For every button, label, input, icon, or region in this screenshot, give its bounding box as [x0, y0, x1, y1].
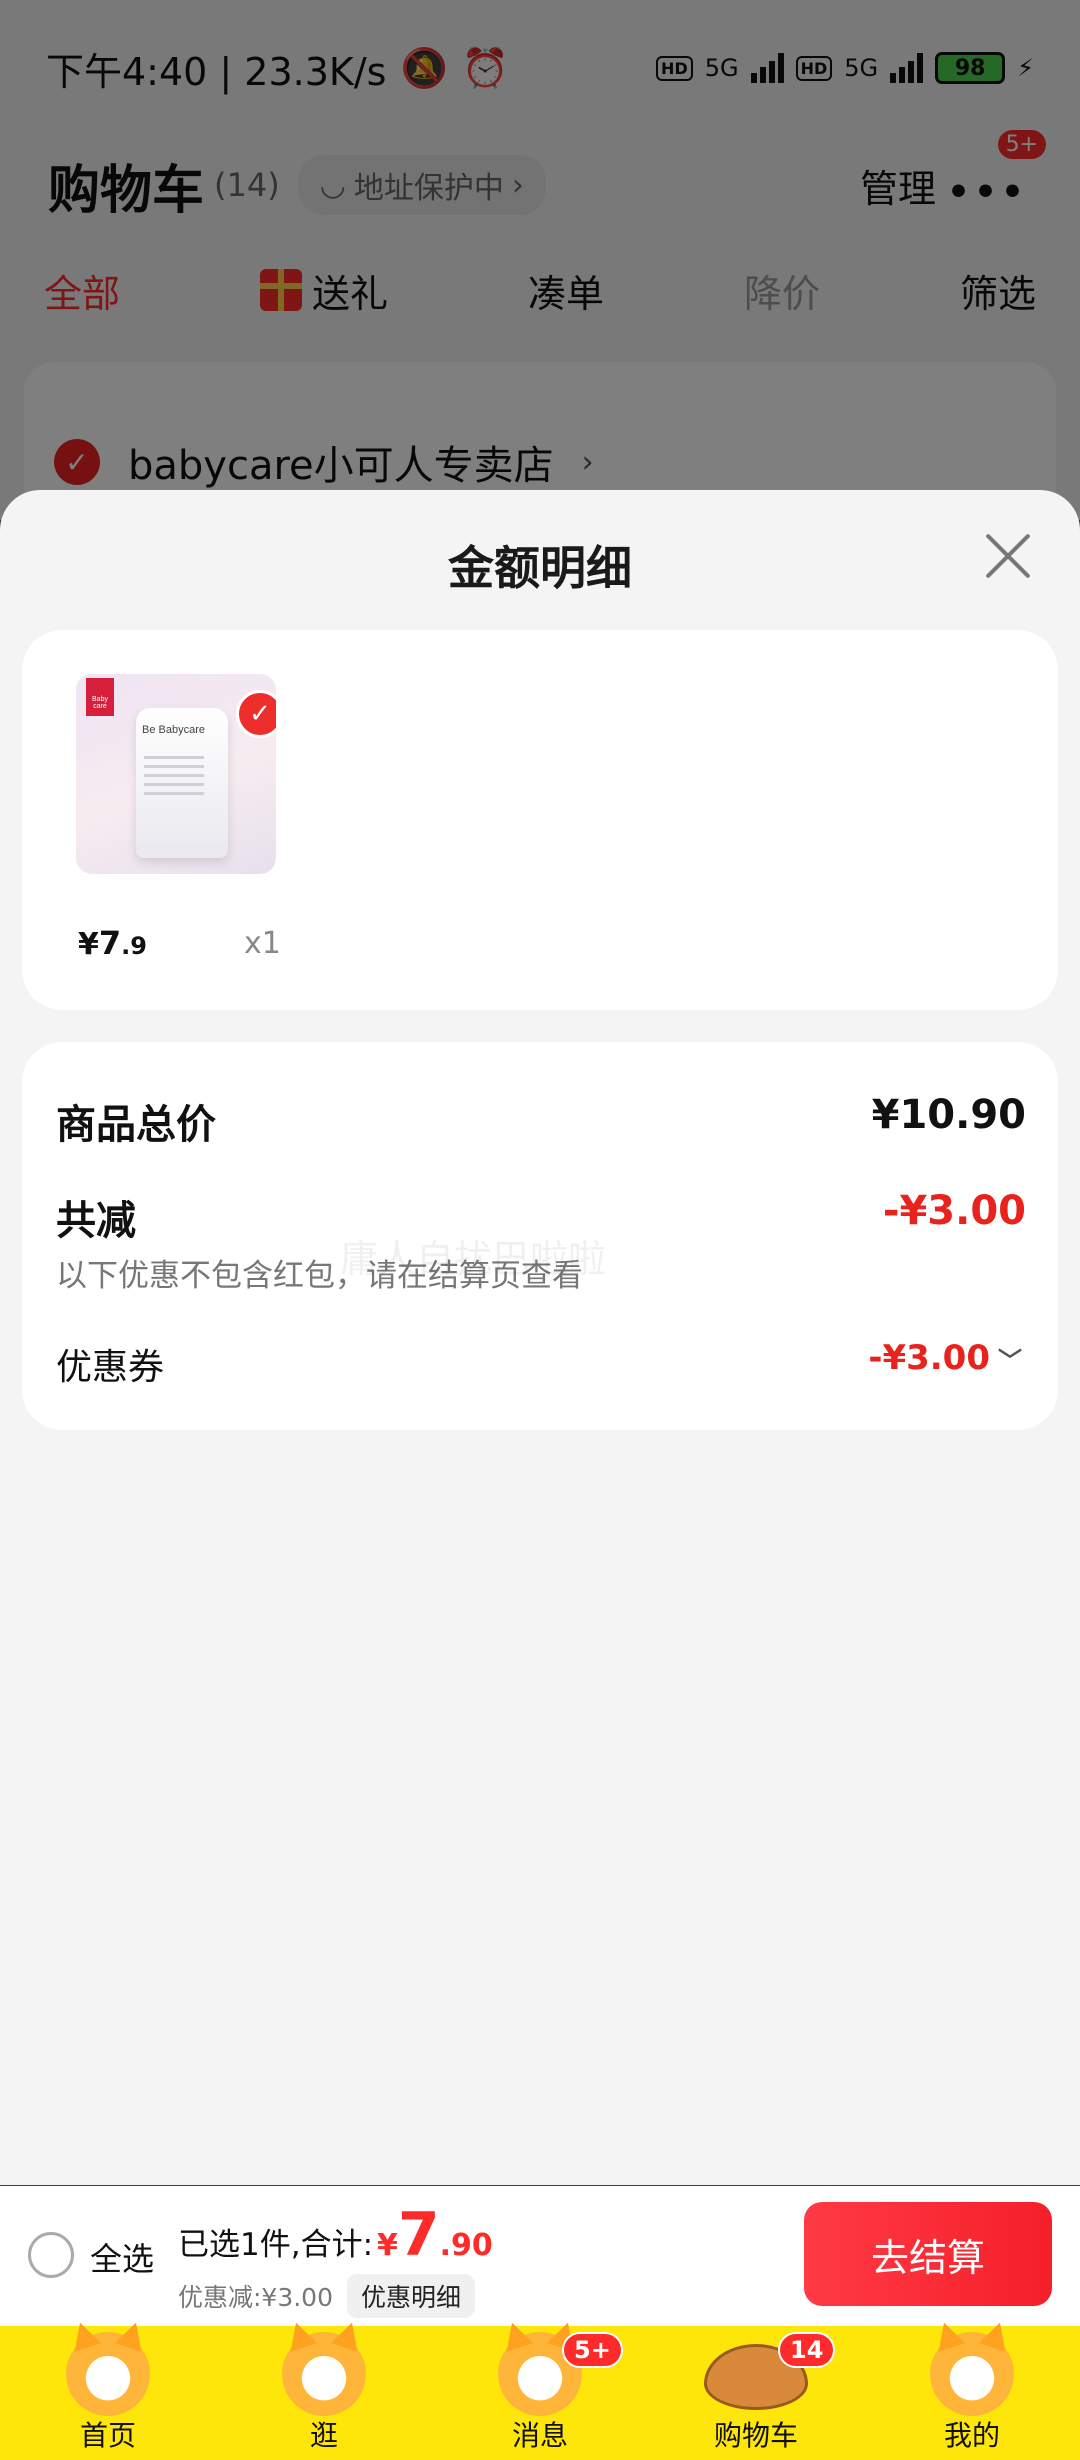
item-quantity: x1	[244, 926, 281, 961]
total-reduce-value: -¥3.00	[882, 1188, 1026, 1234]
nav-label: 首页	[79, 2419, 136, 2452]
nav-item-cart[interactable]: 14 购物车	[648, 2326, 864, 2460]
total-summary: 已选1件,合计: ¥ 7 .90	[178, 2200, 493, 2270]
product-image[interactable]: Baby care Be Babycare ✓	[76, 674, 276, 874]
discount-amount: 优惠减:¥3.00	[178, 2283, 333, 2312]
discount-line: 优惠减:¥3.00 优惠明细	[178, 2274, 476, 2318]
nav-item-browse[interactable]: 逛	[216, 2326, 432, 2460]
select-all-checkbox[interactable]	[28, 2232, 74, 2278]
item-price: ¥ 7 .9	[78, 924, 147, 962]
chevron-down-icon: ﹀	[998, 1346, 1022, 1375]
bottom-nav: 首页 逛 5+ 消息 14 购物车 我的	[0, 2326, 1080, 2460]
brand-logo: Baby care	[86, 678, 114, 716]
discount-detail-button[interactable]: 优惠明细	[347, 2274, 476, 2318]
coupon-row-toggle[interactable]: -¥3.00 ﹀	[868, 1338, 1022, 1378]
messages-badge: 5+	[562, 2332, 623, 2368]
profile-mascot-icon	[930, 2332, 1014, 2416]
coupon-label: 优惠券	[56, 1347, 165, 1388]
product-brand: Be Babycare	[142, 724, 205, 736]
coupon-value: -¥3.00	[868, 1338, 990, 1378]
nav-item-messages[interactable]: 5+ 消息	[432, 2326, 648, 2460]
price-decimal: .9	[121, 932, 147, 960]
product-pouch: Be Babycare	[136, 708, 228, 858]
price-symbol: ¥	[78, 927, 99, 962]
sheet-title: 金额明细	[448, 541, 632, 595]
nav-label: 消息	[511, 2419, 568, 2452]
close-icon[interactable]	[978, 526, 1038, 586]
total-price-label: 商品总价	[56, 1102, 216, 1148]
checkout-bar: 全选 已选1件,合计: ¥ 7 .90 优惠减:¥3.00 优惠明细 去结算	[0, 2186, 1080, 2326]
total-reduce-label: 共减	[56, 1198, 136, 1244]
nav-item-home[interactable]: 首页	[0, 2326, 216, 2460]
total-price-value: ¥10.90	[871, 1092, 1026, 1138]
checkout-button[interactable]: 去结算	[804, 2202, 1052, 2306]
nav-label: 我的	[943, 2419, 1000, 2452]
watermark: 庸人自扰巴啦啦	[340, 1237, 607, 1281]
nav-label: 逛	[309, 2419, 338, 2452]
check-icon: ✓	[236, 690, 276, 738]
total-decimal: .90	[439, 2228, 493, 2263]
price-integer: 7	[98, 924, 122, 962]
nav-item-profile[interactable]: 我的	[864, 2326, 1080, 2460]
home-mascot-icon	[66, 2332, 150, 2416]
selected-count-label: 已选1件,合计:	[178, 2227, 374, 2263]
amount-detail-sheet: 金额明细 Baby care Be Babycare ✓ ¥ 7 .9 x1 商…	[0, 490, 1080, 2185]
nav-label: 购物车	[713, 2419, 798, 2452]
selected-items-card: Baby care Be Babycare ✓ ¥ 7 .9 x1	[22, 630, 1058, 1010]
cart-badge: 14	[778, 2332, 836, 2368]
total-integer: 7	[397, 2200, 440, 2270]
total-symbol: ¥	[377, 2228, 398, 2263]
select-all-label[interactable]: 全选	[90, 2234, 154, 2280]
browse-mascot-icon	[282, 2332, 366, 2416]
